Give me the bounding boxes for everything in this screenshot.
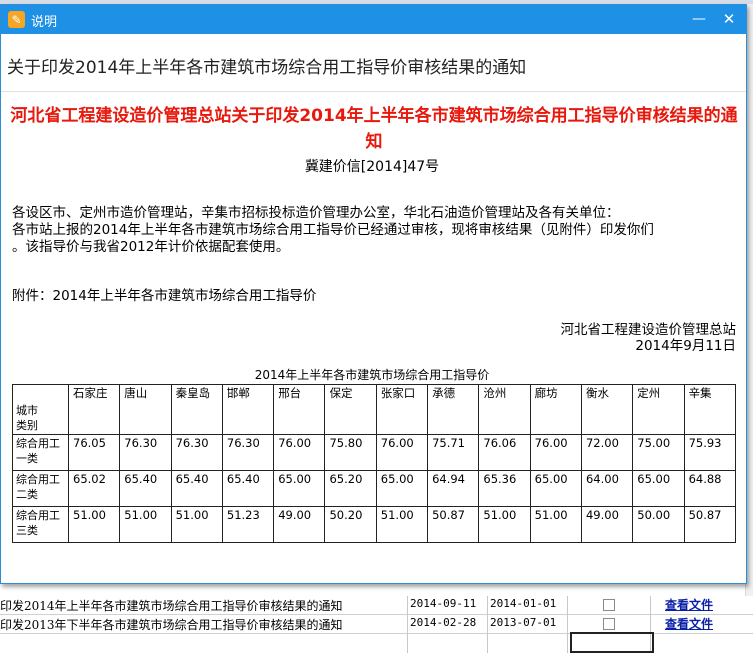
table-cell: 65.02	[67, 470, 121, 507]
table-cell: 51.00	[478, 506, 531, 543]
notice-app-icon: ✎	[8, 11, 25, 28]
table-cell: 64.00	[580, 470, 634, 507]
table-caption: 2014年上半年各市建筑市场综合用工指导价	[254, 368, 490, 382]
table-cell: 64.94	[427, 470, 480, 507]
price-table: 城市 类别 石家庄 唐山 秦皇岛 邯郸 邢台 保定 张家口 承德 沧州 廊坊 衡水 定州 辛集 综合用工一类…	[12, 384, 737, 543]
signature-date: 2014年9月11日	[635, 338, 736, 354]
list-item-effective-date: 2014-01-01	[490, 597, 557, 610]
table-cell: 64.88	[683, 470, 737, 507]
table-city-header: 张家口	[375, 384, 429, 435]
list-item-publish-date: 2014-02-28	[410, 616, 477, 629]
table-cell: 65.00	[529, 470, 582, 507]
notice-dialog: ✎ 说明 — ✕ 关于印发2014年上半年各市建筑市场综合用工指导价审核结果的通…	[0, 4, 747, 584]
table-row-label: 综合用工三类	[12, 506, 69, 543]
dialog-titlebar[interactable]: ✎ 说明 — ✕	[1, 5, 746, 34]
table-row-label: 综合用工二类	[12, 470, 69, 507]
table-row: 综合用工三类 51.00 51.00 51.00 51.23 49.00 50.20 51.0…	[12, 506, 737, 543]
table-city-header: 沧州	[478, 384, 531, 435]
table-cell: 65.00	[375, 470, 429, 507]
table-cell: 75.93	[683, 434, 737, 471]
table-cell: 50.00	[632, 506, 685, 543]
table-cell: 51.00	[119, 506, 172, 543]
table-cell: 65.40	[170, 470, 223, 507]
view-file-link[interactable]: 查看文件	[665, 615, 713, 632]
table-cell: 72.00	[580, 434, 634, 471]
table-cell: 76.00	[273, 434, 326, 471]
document-body: 各设区市、定州市造价管理站，辛集市招标投标造价管理办公室，华北石油造价管理站及各…	[12, 205, 654, 255]
table-cell: 49.00	[580, 506, 634, 543]
list-item-title: 印发2013年下半年各市建筑市场综合用工指导价审核结果的通知	[0, 618, 343, 632]
list-item-checkbox[interactable]	[603, 599, 615, 611]
table-cell: 65.00	[273, 470, 326, 507]
table-cell: 50.87	[427, 506, 480, 543]
table-cell: 65.40	[221, 470, 275, 507]
list-item-effective-date: 2013-07-01	[490, 616, 557, 629]
table-cell: 51.00	[170, 506, 223, 543]
table-city-header: 秦皇岛	[170, 384, 223, 435]
table-cell: 51.00	[529, 506, 582, 543]
table-cell: 76.30	[170, 434, 223, 471]
table-header-row: 城市 类别 石家庄 唐山 秦皇岛 邯郸 邢台 保定 张家口 承德 沧州 廊坊 衡水 定州 辛集	[12, 384, 737, 435]
table-cell: 65.00	[632, 470, 685, 507]
column-divider	[567, 596, 568, 653]
table-cell: 51.23	[221, 506, 275, 543]
list-item-checkbox[interactable]	[603, 618, 615, 630]
table-cell: 76.06	[478, 434, 531, 471]
notice-subject-bar: 关于印发2014年上半年各市建筑市场综合用工指导价审核结果的通知	[1, 35, 746, 92]
table-cell: 76.00	[529, 434, 582, 471]
table-city-header: 邢台	[273, 384, 326, 435]
dialog-title: 说明	[31, 15, 58, 30]
table-cell: 76.30	[221, 434, 275, 471]
document-attachment: 附件：2014年上半年各市建筑市场综合用工指导价	[12, 288, 317, 304]
document-number: 冀建价信[2014]47号	[304, 159, 440, 175]
table-cell: 51.00	[375, 506, 429, 543]
table-cell: 75.71	[427, 434, 480, 471]
document-title: 河北省工程建设造价管理总站关于印发2014年上半年各市建筑市场综合用工指导价审核…	[10, 106, 738, 152]
table-cell: 75.00	[632, 434, 685, 471]
table-cell: 50.20	[324, 506, 377, 543]
table-cell: 49.00	[273, 506, 326, 543]
table-city-header: 保定	[324, 384, 377, 435]
table-cell: 75.80	[324, 434, 377, 471]
table-cell: 76.30	[119, 434, 172, 471]
table-cell: 65.20	[324, 470, 377, 507]
list-item[interactable]: 印发2014年上半年各市建筑市场综合用工指导价审核结果的通知 2014-09-1…	[0, 596, 753, 615]
table-city-header: 辛集	[683, 384, 737, 435]
table-row: 综合用工一类 76.05 76.30 76.30 76.30 76.00 75.80 76.0…	[12, 434, 737, 471]
table-city-header: 石家庄	[67, 384, 121, 435]
table-corner-label: 城市 类别	[12, 384, 69, 435]
table-cell: 65.40	[119, 470, 172, 507]
list-item-title: 印发2014年上半年各市建筑市场综合用工指导价审核结果的通知	[0, 599, 343, 613]
table-cell: 76.00	[375, 434, 429, 471]
table-city-header: 衡水	[580, 384, 634, 435]
column-divider	[407, 596, 408, 653]
minimize-icon[interactable]: —	[689, 10, 709, 28]
list-item-publish-date: 2014-09-11	[410, 597, 477, 610]
table-row: 综合用工二类 65.02 65.40 65.40 65.40 65.00 65.20 65.0…	[12, 470, 737, 507]
column-divider	[487, 596, 488, 653]
notice-content: 河北省工程建设造价管理总站关于印发2014年上半年各市建筑市场综合用工指导价审核…	[4, 93, 740, 543]
view-file-link[interactable]: 查看文件	[665, 596, 713, 613]
table-row-label: 综合用工一类	[12, 434, 69, 471]
table-cell: 51.00	[67, 506, 121, 543]
table-cell: 76.05	[67, 434, 121, 471]
table-cell: 50.87	[683, 506, 737, 543]
notice-subject: 关于印发2014年上半年各市建筑市场综合用工指导价审核结果的通知	[7, 58, 527, 78]
table-city-header: 廊坊	[529, 384, 582, 435]
table-city-header: 唐山	[119, 384, 172, 435]
table-city-header: 定州	[632, 384, 685, 435]
table-city-header: 邯郸	[221, 384, 275, 435]
table-cell: 65.36	[478, 470, 531, 507]
selected-cell[interactable]	[570, 632, 654, 653]
table-city-header: 承德	[427, 384, 480, 435]
close-icon[interactable]: ✕	[719, 10, 739, 28]
